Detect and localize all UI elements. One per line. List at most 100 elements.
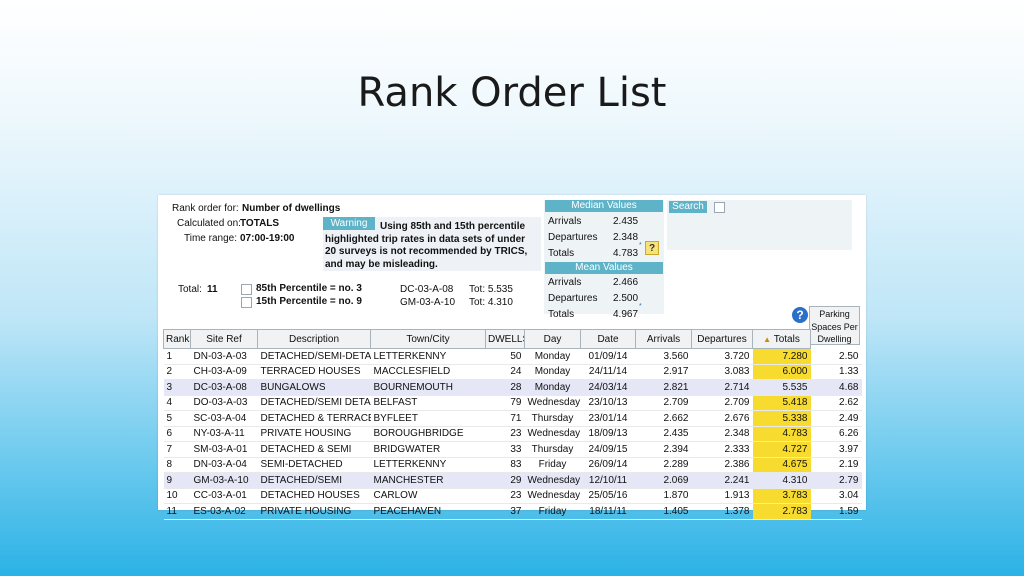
cell-dwells: 29 [485,472,525,489]
totals-header-label: Totals [773,333,800,345]
cell-departures: 1.378 [691,503,753,520]
cell-rank: 6 [163,426,191,442]
cell-day: Wednesday [524,426,581,442]
cell-day: Monday [524,379,581,396]
cell-dwells: 23 [485,426,525,442]
cell-date: 23/10/13 [580,395,636,411]
median-arrivals-value: 2.435 [613,216,639,227]
cell-town: PEACEHAVEN [370,503,486,520]
cell-dwells: 23 [485,488,525,504]
cell-site-ref: CH-03-A-09 [190,364,258,380]
cell-date: 23/01/14 [580,410,636,427]
table-row[interactable]: 5 SC-03-A-04 DETACHED & TERRACED BYFLEET 71 T… [163,410,862,427]
median-star-icon: * [639,242,642,249]
question-box-icon[interactable]: ? [645,241,659,255]
cell-arrivals: 2.069 [635,472,692,489]
help-icon[interactable]: ? [792,307,808,323]
table-row[interactable]: 10 CC-03-A-01 DETACHED HOUSES CARLOW 23 Wedne… [163,488,862,504]
cell-day: Friday [524,503,581,520]
cell-totals: 2.783 [752,503,811,520]
column-header-totals[interactable]: ▲︎ Totals [752,329,811,349]
table-row[interactable]: 4 DO-03-A-03 DETACHED/SEMI DETAC BELFAST 79 W… [163,395,862,411]
cell-description: DETACHED/SEMI-DETAC [257,348,371,365]
table-row[interactable]: 8 DN-03-A-04 SEMI-DETACHED LETTERKENNY 83 Fri… [163,457,862,473]
table-row[interactable]: 2 CH-03-A-09 TERRACED HOUSES MACCLESFIELD 24… [163,364,862,380]
percentile-85-site: DC-03-A-08 [400,284,454,295]
cell-rank: 11 [163,503,191,520]
cell-departures: 2.714 [691,379,753,396]
cell-day: Wednesday [524,395,581,411]
median-totals-label: Totals [548,248,575,259]
cell-departures: 2.348 [691,426,753,442]
cell-dwells: 71 [485,410,525,427]
warning-line-3: 20 surveys is not recommended by TRICS, [325,246,528,257]
cell-day: Wednesday [524,472,581,489]
cell-description: TERRACED HOUSES [257,364,371,380]
cell-totals: 6.000 [752,364,811,380]
cell-departures: 2.676 [691,410,753,427]
cell-dwells: 24 [485,364,525,380]
cell-date: 24/03/14 [580,379,636,396]
cell-town: MANCHESTER [370,472,486,489]
table-row[interactable]: 11 ES-03-A-02 PRIVATE HOUSING PEACEHAVEN 37 F… [163,503,862,520]
cell-site-ref: DN-03-A-03 [190,348,258,365]
percentile-85-checkbox[interactable] [241,284,252,295]
cell-parking: 3.04 [810,488,862,504]
percentile-15-total: Tot: 4.310 [469,297,513,308]
cell-dwells: 28 [485,379,525,396]
cell-totals: 5.338 [752,410,811,427]
table-row[interactable]: 3 DC-03-A-08 BUNGALOWS BOURNEMOUTH 28 Monday 2… [163,379,862,396]
cell-totals: 5.418 [752,395,811,411]
mean-arrivals-value: 2.466 [613,277,639,288]
mean-departures-value: 2.500 [613,293,639,304]
column-header-arrivals[interactable]: Arrivals [635,329,692,349]
column-header-dwells[interactable]: DWELLS [485,329,525,349]
cell-town: MACCLESFIELD [370,364,486,380]
cell-dwells: 33 [485,441,525,458]
column-header-date[interactable]: Date [580,329,636,349]
cell-site-ref: SC-03-A-04 [190,410,258,427]
cell-parking: 4.68 [810,379,862,396]
warning-text: Using 85th and 15th percentile highlight… [325,221,543,271]
column-header-rank[interactable]: Rank [163,329,191,349]
mean-star-icon: * [639,303,642,310]
percentile-15-checkbox[interactable] [241,297,252,308]
mean-values-header: Mean Values [545,262,663,274]
cell-date: 24/09/15 [580,441,636,458]
cell-totals: 3.783 [752,488,811,504]
warning-line-1: Using 85th and 15th percentile [380,221,526,232]
table-row[interactable]: 1 DN-03-A-03 DETACHED/SEMI-DETAC LETTERKENN… [163,348,862,365]
cell-rank: 7 [163,441,191,458]
column-header-day[interactable]: Day [524,329,581,349]
cell-totals: 4.310 [752,472,811,489]
cell-rank: 8 [163,457,191,473]
cell-parking: 1.33 [810,364,862,380]
parking-header-line-1: Parking [819,309,850,319]
time-range-value: 07:00-19:00 [240,233,295,244]
cell-date: 12/10/11 [580,472,636,489]
search-checkbox[interactable] [714,202,725,213]
cell-arrivals: 3.560 [635,348,692,365]
cell-parking: 2.79 [810,472,862,489]
cell-departures: 2.709 [691,395,753,411]
table-row[interactable]: 9 GM-03-A-10 DETACHED/SEMI MANCHESTER 29 Wedn… [163,472,862,489]
rank-table: Rank Site Ref Description Town/City DWEL… [163,329,862,520]
mean-totals-value: 4.967 [613,309,639,320]
table-row[interactable]: 6 NY-03-A-11 PRIVATE HOUSING BOROUGHBRIDGE 2… [163,426,862,442]
cell-town: BYFLEET [370,410,486,427]
cell-day: Thursday [524,441,581,458]
mean-departures-label: Departures [548,293,598,304]
column-header-description[interactable]: Description [257,329,371,349]
cell-arrivals: 2.917 [635,364,692,380]
cell-description: BUNGALOWS [257,379,371,396]
column-header-site-ref[interactable]: Site Ref [190,329,258,349]
cell-totals: 4.675 [752,457,811,473]
column-header-departures[interactable]: Departures [691,329,753,349]
cell-arrivals: 2.662 [635,410,692,427]
column-header-town[interactable]: Town/City [370,329,486,349]
median-totals-value: 4.783 [613,248,639,259]
table-row[interactable]: 7 SM-03-A-01 DETACHED & SEMI BRIDGWATER 33 Th… [163,441,862,458]
median-arrivals-label: Arrivals [548,216,582,227]
mean-arrivals-label: Arrivals [548,277,582,288]
cell-town: CARLOW [370,488,486,504]
